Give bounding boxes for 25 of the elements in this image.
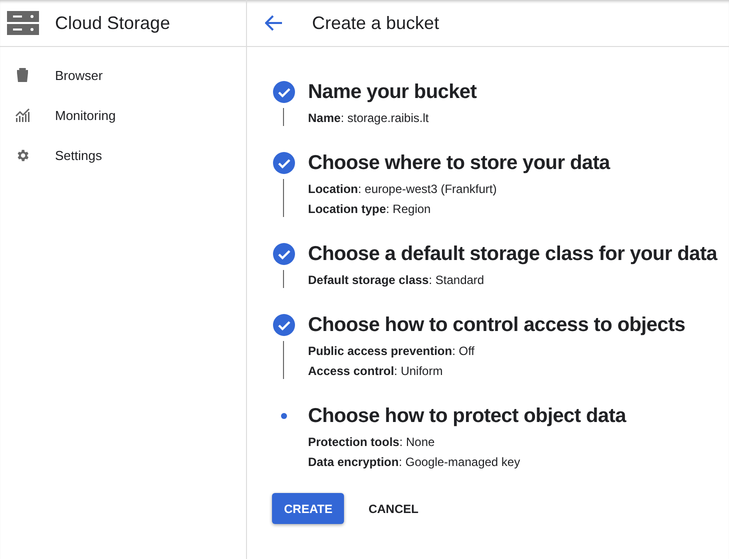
product-title: Cloud Storage — [55, 12, 170, 34]
step-detail: Access control: Uniform — [308, 363, 444, 380]
bucket-icon — [15, 68, 30, 82]
cancel-button[interactable]: CANCEL — [356, 493, 430, 524]
step-detail: Public access prevention: Off — [308, 343, 476, 360]
step-title: Choose a default storage class for your data — [308, 242, 718, 267]
step-detail: Location type: Region — [308, 201, 432, 218]
step-title: Name your bucket — [308, 80, 478, 105]
step-detail: Default storage class: Standard — [308, 272, 486, 289]
page-title: Create a bucket — [312, 12, 440, 34]
step-detail: Data encryption: Google-managed key — [308, 454, 522, 471]
create-button[interactable]: CREATE — [272, 493, 344, 524]
step-detail: Name: storage.raibis.lt — [308, 110, 430, 127]
sidebar-item[interactable]: Browser — [0, 55, 246, 95]
step-title: Choose how to control access to objects — [308, 313, 686, 338]
chart-icon — [15, 108, 30, 122]
settings-icon — [15, 148, 30, 162]
sidebar-item[interactable]: Monitoring — [0, 95, 246, 135]
step-detail: Protection tools: None — [308, 434, 436, 451]
storage-icon — [7, 11, 39, 35]
back-arrow-icon[interactable] — [265, 15, 283, 31]
step-detail: Location: europe-west3 (Frankfurt) — [308, 181, 498, 198]
step-title: Choose how to protect object data — [308, 404, 628, 429]
step-title: Choose where to store your data — [308, 151, 612, 176]
sidebar-item[interactable]: Settings — [0, 135, 246, 175]
